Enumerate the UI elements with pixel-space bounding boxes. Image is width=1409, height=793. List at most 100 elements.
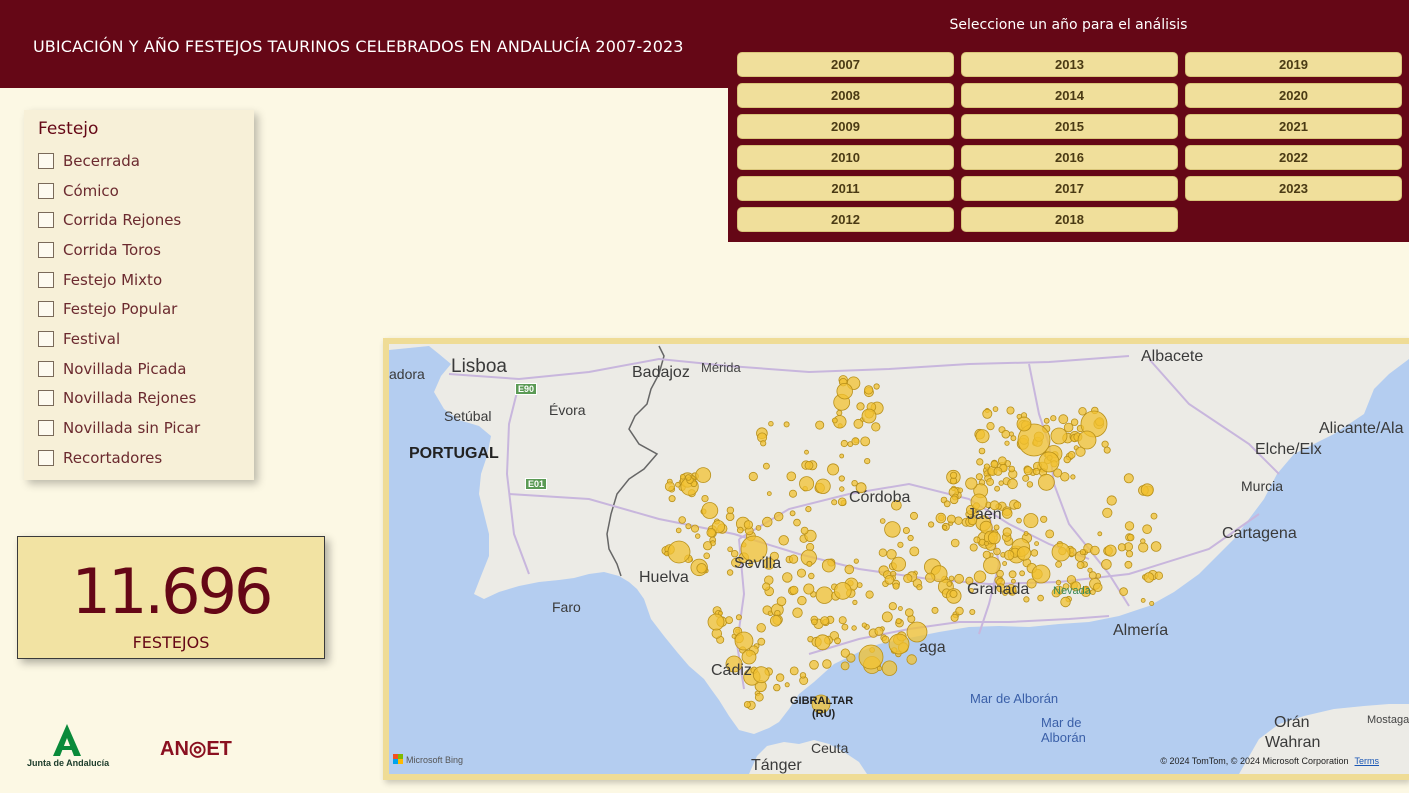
festejo-bubble[interactable]	[1076, 561, 1085, 570]
festejo-bubble[interactable]	[784, 682, 790, 688]
year-button-2017[interactable]: 2017	[961, 176, 1178, 201]
festejo-bubble[interactable]	[1101, 559, 1112, 570]
year-button-2007[interactable]: 2007	[737, 52, 954, 77]
festejo-bubble[interactable]	[841, 623, 849, 631]
festejo-bubble[interactable]	[891, 556, 907, 572]
festejo-bubble[interactable]	[776, 596, 787, 607]
festejo-bubble[interactable]	[983, 540, 989, 546]
festejo-bubble[interactable]	[881, 611, 893, 623]
festejo-bubble[interactable]	[892, 582, 900, 590]
festejo-bubble[interactable]	[935, 512, 947, 524]
festejo-bubble[interactable]	[1154, 571, 1163, 580]
festejo-bubble[interactable]	[696, 563, 707, 574]
festejo-bubble[interactable]	[975, 473, 983, 481]
festejo-bubble[interactable]	[950, 538, 960, 548]
festejo-bubble[interactable]	[808, 572, 815, 580]
festejo-bubble[interactable]	[806, 560, 813, 567]
festejo-bubble[interactable]	[1150, 541, 1162, 552]
year-button-2016[interactable]: 2016	[961, 145, 1178, 170]
festejo-bubble[interactable]	[1050, 415, 1057, 422]
festejo-bubble[interactable]	[858, 644, 884, 670]
festejo-bubble[interactable]	[734, 631, 754, 651]
festejo-bubble[interactable]	[1034, 541, 1039, 547]
festejo-bubble[interactable]	[757, 637, 766, 646]
festejo-bubble[interactable]	[799, 476, 815, 492]
festejo-bubble[interactable]	[695, 533, 701, 539]
festejo-bubble[interactable]	[860, 436, 871, 447]
festejo-bubble[interactable]	[822, 659, 832, 669]
festejo-bubble[interactable]	[1019, 570, 1025, 577]
festejo-bubble[interactable]	[820, 616, 830, 626]
festejo-bubble[interactable]	[804, 461, 814, 470]
festejo-bubble[interactable]	[881, 660, 898, 676]
festejo-bubble[interactable]	[726, 506, 735, 514]
festejo-bubble[interactable]	[762, 582, 771, 591]
festejo-bubble[interactable]	[1149, 600, 1155, 606]
festejo-bubble[interactable]	[1010, 435, 1017, 442]
festejo-bubble[interactable]	[1140, 483, 1154, 497]
festejo-bubble[interactable]	[706, 527, 716, 538]
festejo-bubble[interactable]	[1030, 549, 1039, 557]
festejo-bubble[interactable]	[1150, 512, 1158, 520]
festejo-bubble[interactable]	[788, 489, 797, 498]
festejo-bubble[interactable]	[1079, 549, 1087, 556]
festejo-bubble[interactable]	[804, 449, 809, 455]
checkbox-icon[interactable]	[38, 360, 54, 377]
festejo-bubble[interactable]	[1016, 416, 1032, 432]
festejo-bubble[interactable]	[1023, 466, 1033, 476]
festejo-bubble[interactable]	[726, 569, 734, 576]
festejo-bubble[interactable]	[839, 486, 845, 492]
festejo-bubble[interactable]	[1125, 550, 1134, 558]
year-button-2008[interactable]: 2008	[737, 83, 954, 108]
festejo-bubble[interactable]	[831, 499, 838, 506]
festejo-bubble[interactable]	[946, 581, 953, 587]
festejo-bubble[interactable]	[942, 524, 948, 530]
festejo-bubble[interactable]	[786, 471, 797, 482]
festejo-bubble[interactable]	[878, 548, 888, 557]
checkbox-icon[interactable]	[38, 182, 54, 199]
festejo-bubble[interactable]	[888, 602, 897, 611]
festejo-bubble[interactable]	[831, 417, 838, 424]
year-button-2013[interactable]: 2013	[961, 52, 1178, 77]
festejo-bubble[interactable]	[897, 606, 903, 611]
festejo-bubble[interactable]	[987, 531, 1001, 545]
festejo-bubble[interactable]	[856, 582, 863, 589]
festejo-bubble[interactable]	[865, 590, 874, 599]
year-button-2012[interactable]: 2012	[737, 207, 954, 232]
festejo-bubble[interactable]	[838, 475, 845, 482]
festejo-bubble[interactable]	[976, 458, 984, 466]
festejo-bubble[interactable]	[1090, 545, 1100, 556]
festejo-bubble[interactable]	[1022, 474, 1030, 482]
festejo-bubble[interactable]	[675, 481, 681, 488]
festejo-bubble[interactable]	[881, 635, 890, 644]
filter-item-festejo-mixto[interactable]: Festejo Mixto	[38, 265, 200, 295]
festejo-bubble[interactable]	[1038, 473, 1055, 491]
festejo-bubble[interactable]	[840, 648, 850, 658]
festejo-bubble[interactable]	[797, 595, 807, 606]
filter-item-festejo-popular[interactable]: Festejo Popular	[38, 294, 200, 324]
festejo-bubble[interactable]	[827, 463, 840, 476]
festejo-bubble[interactable]	[902, 526, 910, 534]
map-canvas[interactable]	[389, 344, 1409, 774]
festejo-bubble[interactable]	[864, 385, 874, 395]
festejo-bubble[interactable]	[762, 516, 773, 528]
festejo-bubble[interactable]	[973, 536, 981, 544]
festejo-bubble[interactable]	[783, 421, 790, 428]
festejo-bubble[interactable]	[998, 480, 1004, 486]
festejo-bubble[interactable]	[1058, 414, 1069, 425]
festejo-bubble[interactable]	[1051, 542, 1071, 562]
festejo-bubble[interactable]	[1102, 507, 1113, 518]
festejo-bubble[interactable]	[793, 518, 801, 527]
festejo-bubble[interactable]	[778, 535, 789, 546]
bubble-map[interactable]: adora Lisboa Setúbal Évora PORTUGAL Bada…	[389, 344, 1409, 774]
festejo-bubble[interactable]	[978, 447, 986, 455]
festejo-bubble[interactable]	[814, 634, 831, 651]
festejo-bubble[interactable]	[821, 558, 836, 573]
festejo-bubble[interactable]	[851, 625, 857, 631]
festejo-bubble[interactable]	[983, 556, 1001, 575]
festejo-bubble[interactable]	[768, 420, 774, 427]
festejo-bubble[interactable]	[955, 606, 964, 616]
festejo-bubble[interactable]	[775, 673, 785, 682]
checkbox-icon[interactable]	[38, 420, 54, 437]
festejo-bubble[interactable]	[1002, 527, 1012, 537]
